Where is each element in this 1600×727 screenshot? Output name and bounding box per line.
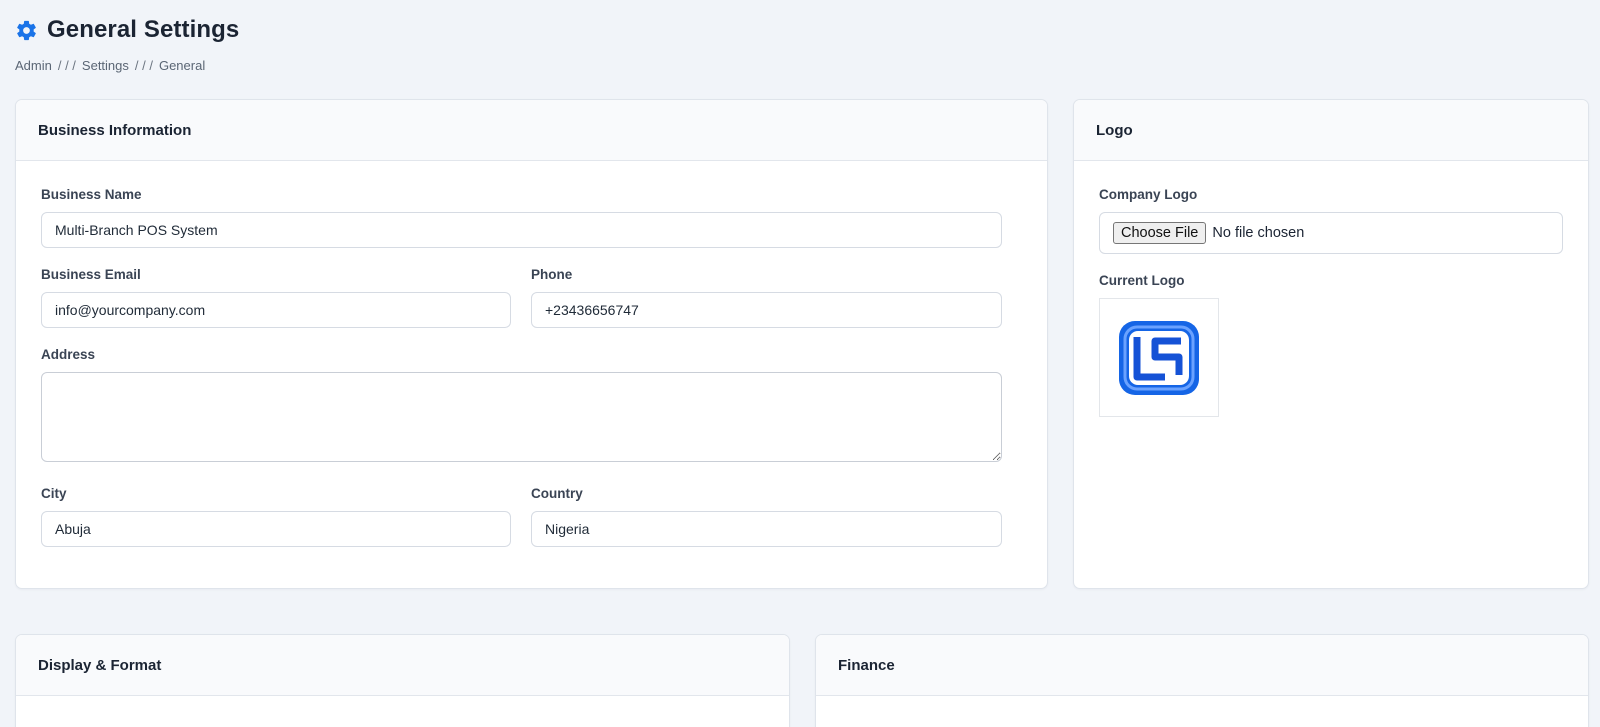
- breadcrumb-separator: / / /: [134, 58, 153, 73]
- breadcrumb-settings[interactable]: Settings: [82, 58, 129, 73]
- city-label: City: [41, 486, 67, 501]
- country-label: Country: [531, 486, 583, 501]
- title-row: General Settings: [15, 16, 239, 44]
- business-information-heading: Business Information: [16, 100, 1047, 161]
- display-format-heading: Display & Format: [16, 635, 789, 696]
- current-logo-preview: [1099, 298, 1219, 417]
- address-textarea[interactable]: [41, 372, 1002, 462]
- choose-file-button[interactable]: Choose File: [1113, 222, 1207, 244]
- business-email-label: Business Email: [41, 267, 141, 282]
- page-header: General Settings Admin / / / Settings / …: [15, 16, 239, 73]
- gear-icon: [17, 20, 36, 40]
- finance-card: Finance: [815, 634, 1589, 727]
- breadcrumb-general: General: [158, 58, 206, 73]
- finance-heading: Finance: [816, 635, 1588, 696]
- business-name-label: Business Name: [41, 187, 142, 202]
- phone-input[interactable]: [531, 292, 1002, 328]
- company-logo-image: [1119, 320, 1199, 395]
- breadcrumb-admin[interactable]: Admin: [15, 58, 52, 73]
- city-input[interactable]: [41, 511, 511, 547]
- current-logo-label: Current Logo: [1099, 273, 1185, 288]
- logo-card: Logo Company Logo Choose File No file ch…: [1073, 99, 1589, 589]
- breadcrumb: Admin / / / Settings / / / General: [15, 58, 239, 73]
- country-input[interactable]: [531, 511, 1002, 547]
- business-name-input[interactable]: [41, 212, 1002, 248]
- logo-heading: Logo: [1074, 100, 1588, 161]
- no-file-chosen-text: No file chosen: [1212, 225, 1305, 241]
- phone-label: Phone: [531, 267, 573, 282]
- company-logo-label: Company Logo: [1099, 187, 1198, 202]
- page-title: General Settings: [47, 16, 240, 43]
- breadcrumb-separator: / / /: [57, 58, 76, 73]
- business-email-input[interactable]: [41, 292, 511, 328]
- display-format-card: Display & Format: [15, 634, 790, 727]
- company-logo-file-input[interactable]: Choose File No file chosen: [1099, 212, 1563, 254]
- address-label: Address: [41, 347, 96, 362]
- business-information-card: Business Information Business Name Busin…: [15, 99, 1048, 589]
